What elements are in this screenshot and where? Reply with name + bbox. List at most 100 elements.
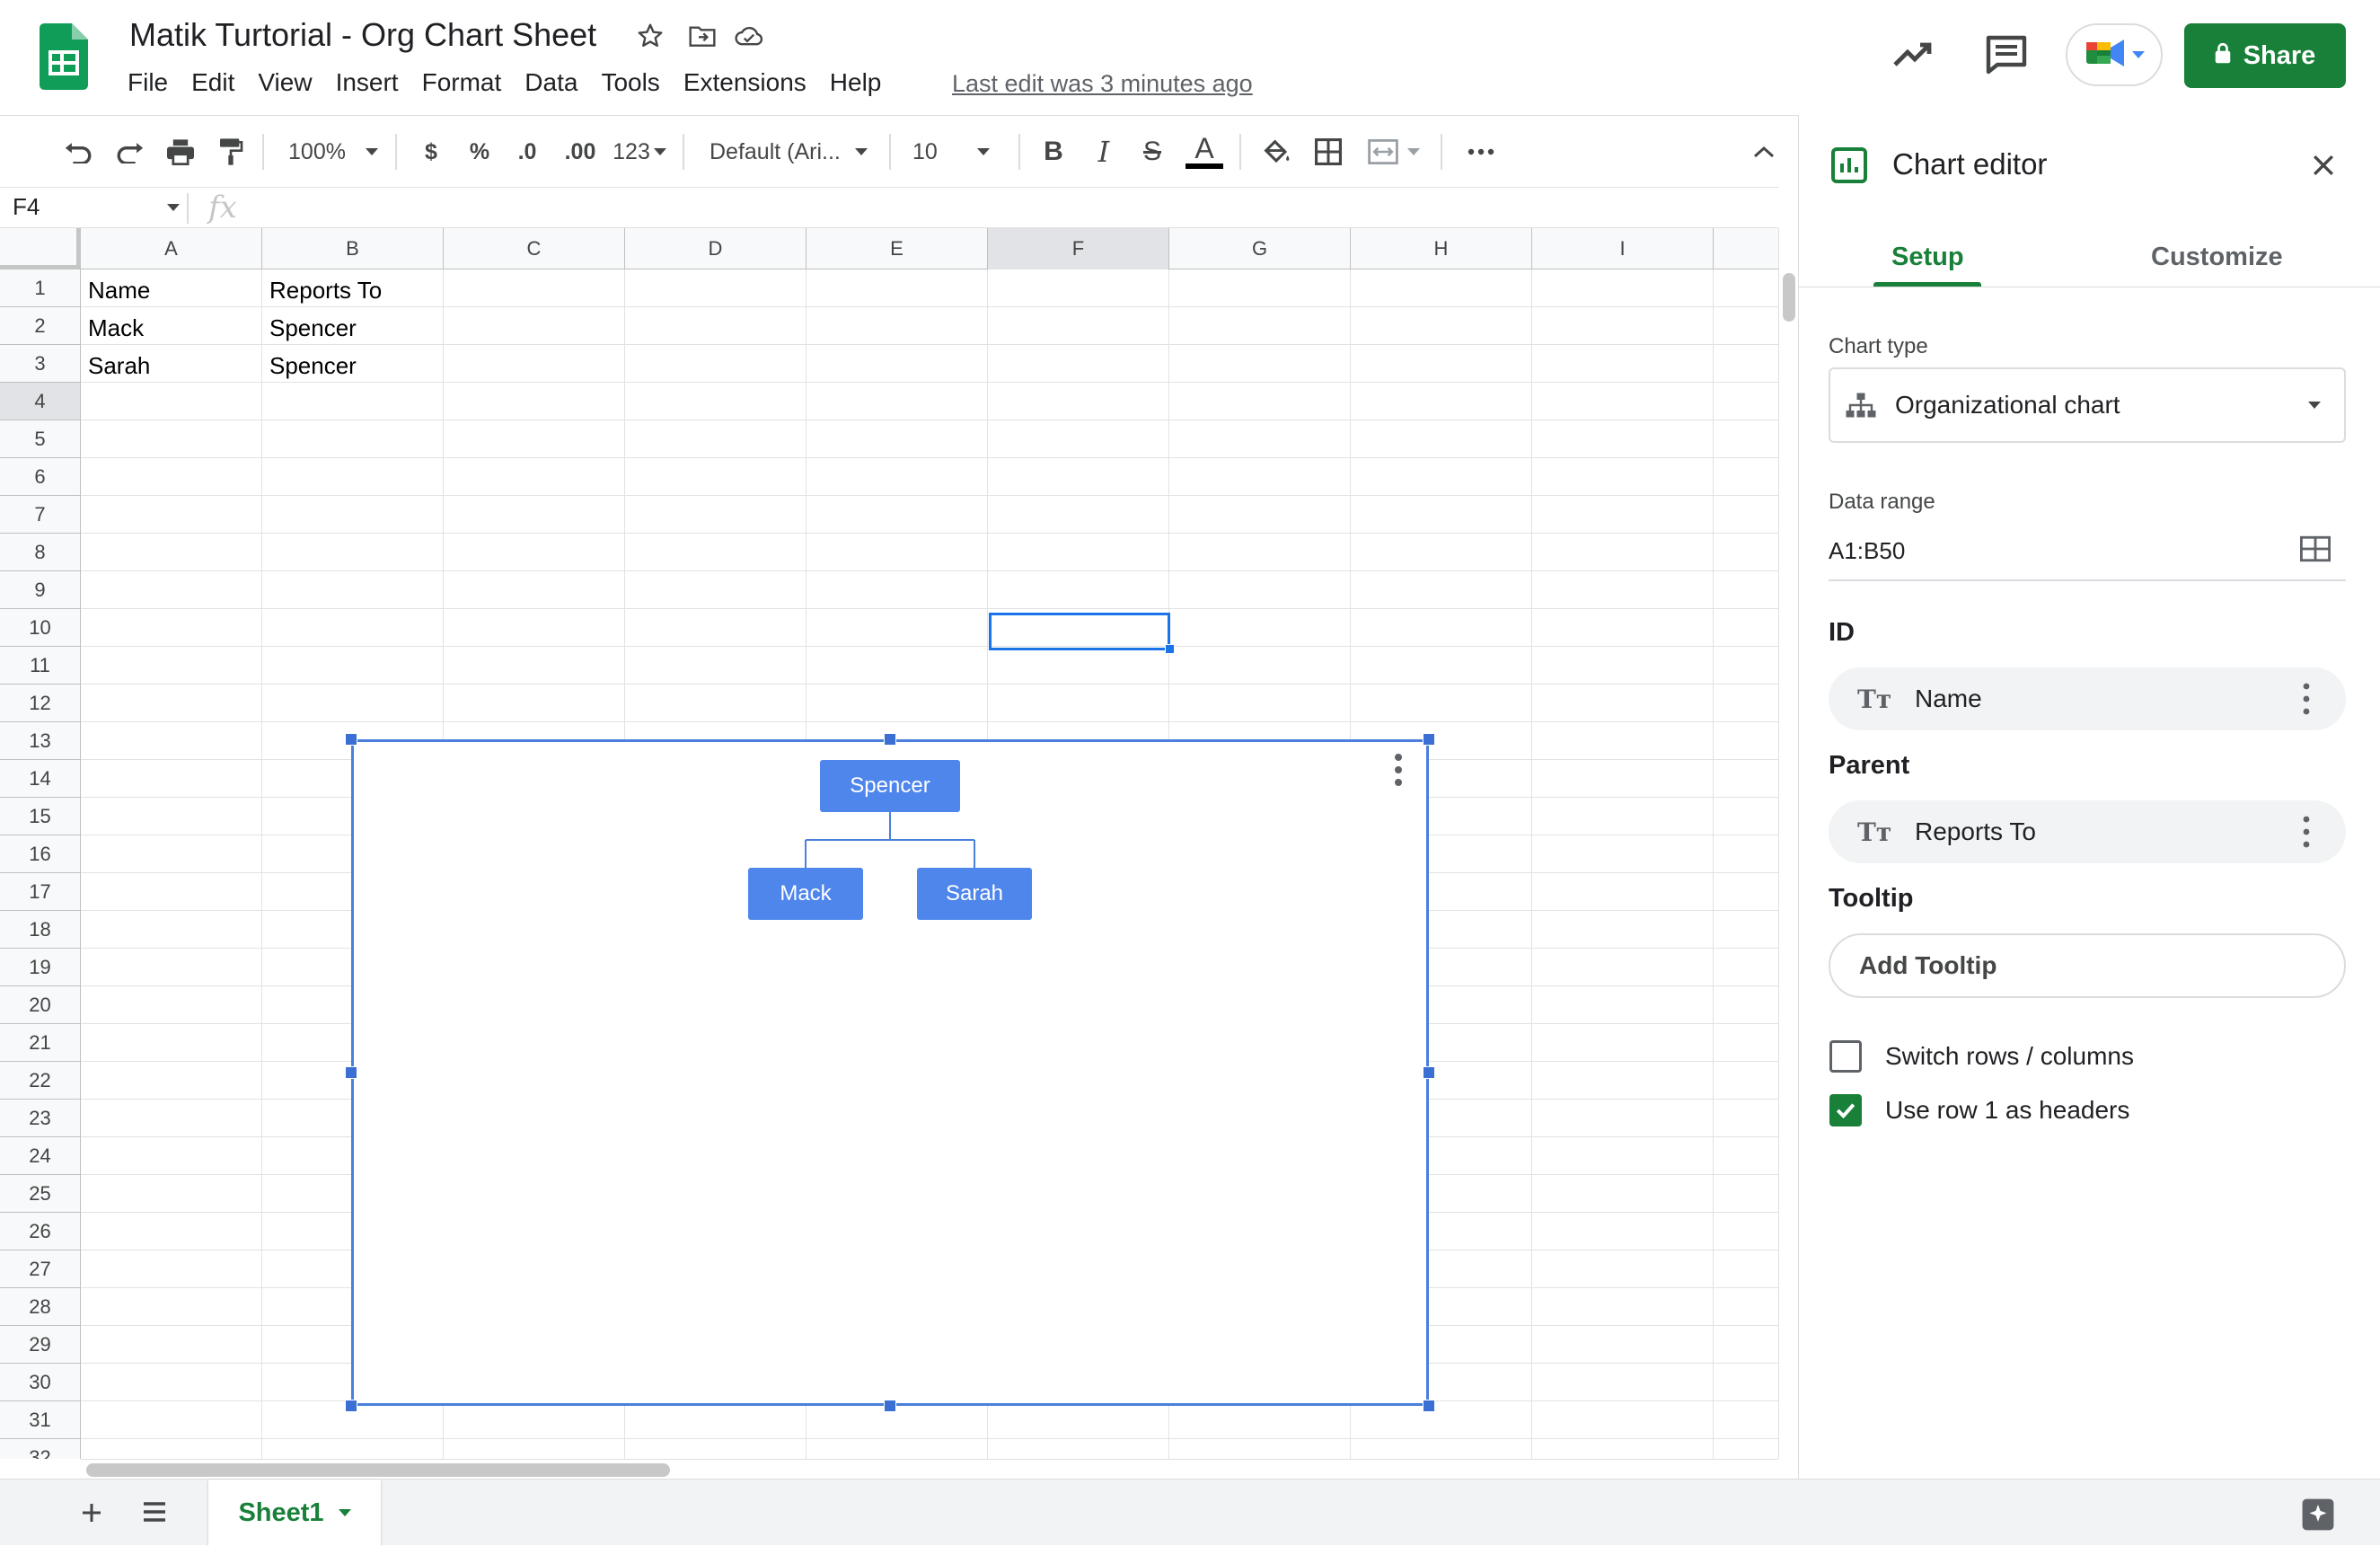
row-header-14[interactable]: 14	[0, 760, 81, 798]
add-tooltip-button[interactable]: Add Tooltip	[1829, 933, 2346, 998]
active-cell-f4[interactable]	[989, 613, 1170, 650]
column-header-b[interactable]: B	[262, 228, 444, 269]
row-header-10[interactable]: 10	[0, 609, 81, 647]
menu-tools[interactable]: Tools	[589, 68, 671, 97]
cell-b2[interactable]: Spencer	[269, 314, 357, 342]
menu-data[interactable]: Data	[513, 68, 589, 97]
resize-handle-top-left[interactable]	[345, 733, 357, 746]
chart-menu-icon[interactable]	[1391, 752, 1406, 788]
select-all-corner[interactable]	[0, 228, 81, 269]
org-chart[interactable]: Spencer Mack Sarah	[351, 739, 1429, 1406]
row-header-27[interactable]: 27	[0, 1250, 81, 1288]
fill-handle[interactable]	[1165, 644, 1175, 654]
row-header-13[interactable]: 13	[0, 722, 81, 760]
menu-format[interactable]: Format	[410, 68, 514, 97]
percent-format-button[interactable]: %	[462, 125, 498, 179]
cell-a1[interactable]: Name	[88, 277, 150, 305]
column-header-g[interactable]: G	[1169, 228, 1351, 269]
column-header-c[interactable]: C	[444, 228, 625, 269]
horizontal-scrollbar[interactable]	[81, 1459, 1778, 1479]
switch-rows-checkbox[interactable]	[1829, 1040, 1862, 1073]
share-button[interactable]: Share	[2184, 23, 2346, 88]
row-header-19[interactable]: 19	[0, 949, 81, 986]
row-header-2[interactable]: 2	[0, 307, 81, 345]
font-family-select[interactable]: Default (Ari...	[710, 125, 877, 179]
vertical-scroll-thumb[interactable]	[1783, 273, 1795, 322]
resize-handle-top-right[interactable]	[1423, 733, 1435, 746]
menu-extensions[interactable]: Extensions	[672, 68, 818, 97]
tab-setup[interactable]: Setup	[1891, 243, 1964, 272]
column-header-f[interactable]: F	[988, 228, 1169, 269]
chart-type-select[interactable]: Organizational chart	[1829, 367, 2346, 443]
row-header-23[interactable]: 23	[0, 1100, 81, 1137]
paint-format-icon[interactable]	[210, 125, 251, 179]
undo-icon[interactable]	[57, 125, 99, 179]
row-header-18[interactable]: 18	[0, 911, 81, 949]
cell-a3[interactable]: Sarah	[88, 352, 150, 380]
horizontal-scroll-thumb[interactable]	[86, 1463, 670, 1477]
row-header-30[interactable]: 30	[0, 1364, 81, 1401]
row-header-24[interactable]: 24	[0, 1137, 81, 1175]
menu-help[interactable]: Help	[818, 68, 894, 97]
font-size-select[interactable]: 10	[912, 125, 1008, 179]
chip-menu-icon[interactable]	[2303, 682, 2310, 716]
last-edit-link[interactable]: Last edit was 3 minutes ago	[952, 70, 1253, 98]
number-format-select[interactable]: 123	[609, 125, 670, 179]
increase-decimal-button[interactable]: .00	[555, 125, 605, 179]
row-header-9[interactable]: 9	[0, 571, 81, 609]
data-range-input[interactable]: A1:B50	[1829, 537, 1905, 565]
row-header-17[interactable]: 17	[0, 873, 81, 911]
redo-icon[interactable]	[110, 125, 151, 179]
menu-insert[interactable]: Insert	[324, 68, 410, 97]
fill-color-icon[interactable]	[1256, 125, 1297, 179]
row-header-32[interactable]: 32	[0, 1439, 81, 1459]
resize-handle-top[interactable]	[884, 733, 896, 746]
meet-button[interactable]	[2066, 23, 2163, 86]
row-header-16[interactable]: 16	[0, 835, 81, 873]
parent-field-chip[interactable]: Tт Reports To	[1829, 800, 2346, 863]
chip-menu-icon[interactable]	[2303, 815, 2310, 849]
resize-handle-bottom[interactable]	[884, 1400, 896, 1412]
row-header-15[interactable]: 15	[0, 798, 81, 835]
row-header-29[interactable]: 29	[0, 1326, 81, 1364]
activity-trend-icon[interactable]	[1890, 32, 1936, 75]
vertical-scrollbar[interactable]	[1778, 228, 1798, 1459]
cell-b3[interactable]: Spencer	[269, 352, 357, 380]
row-header-25[interactable]: 25	[0, 1175, 81, 1213]
menu-view[interactable]: View	[246, 68, 323, 97]
name-box[interactable]: F4	[13, 193, 40, 221]
row-header-12[interactable]: 12	[0, 685, 81, 722]
zoom-select[interactable]: 100%	[284, 125, 383, 179]
row-header-7[interactable]: 7	[0, 496, 81, 534]
text-color-button[interactable]: A	[1184, 125, 1225, 179]
row-header-6[interactable]: 6	[0, 458, 81, 496]
row-header-1[interactable]: 1	[0, 269, 81, 307]
select-range-icon[interactable]	[2300, 535, 2331, 562]
all-sheets-menu-icon[interactable]	[142, 1501, 167, 1523]
chevron-down-icon[interactable]	[167, 204, 180, 211]
org-node-mack[interactable]: Mack	[748, 868, 863, 920]
row-header-3[interactable]: 3	[0, 345, 81, 383]
explore-icon[interactable]	[2301, 1497, 2335, 1532]
sheets-logo-icon[interactable]	[40, 23, 88, 90]
move-folder-icon[interactable]	[684, 18, 720, 54]
cell-b1[interactable]: Reports To	[269, 277, 382, 305]
more-options-icon[interactable]	[1460, 125, 1502, 179]
collapse-toolbar-icon[interactable]	[1746, 125, 1782, 179]
cloud-saved-icon[interactable]	[731, 18, 767, 54]
row-header-5[interactable]: 5	[0, 420, 81, 458]
column-header-i[interactable]: I	[1532, 228, 1714, 269]
chevron-down-icon[interactable]	[338, 1509, 351, 1516]
add-sheet-icon[interactable]	[81, 1494, 102, 1533]
currency-format-button[interactable]: $	[413, 125, 449, 179]
bold-button[interactable]: B	[1038, 125, 1069, 179]
strikethrough-button[interactable]: S	[1137, 125, 1168, 179]
comment-icon[interactable]	[1983, 32, 2030, 75]
row-header-31[interactable]: 31	[0, 1401, 81, 1439]
column-header-e[interactable]: E	[807, 228, 988, 269]
print-icon[interactable]	[160, 125, 201, 179]
resize-handle-bottom-left[interactable]	[345, 1400, 357, 1412]
row-header-28[interactable]: 28	[0, 1288, 81, 1326]
borders-icon[interactable]	[1308, 125, 1349, 179]
italic-button[interactable]: I	[1089, 125, 1119, 179]
